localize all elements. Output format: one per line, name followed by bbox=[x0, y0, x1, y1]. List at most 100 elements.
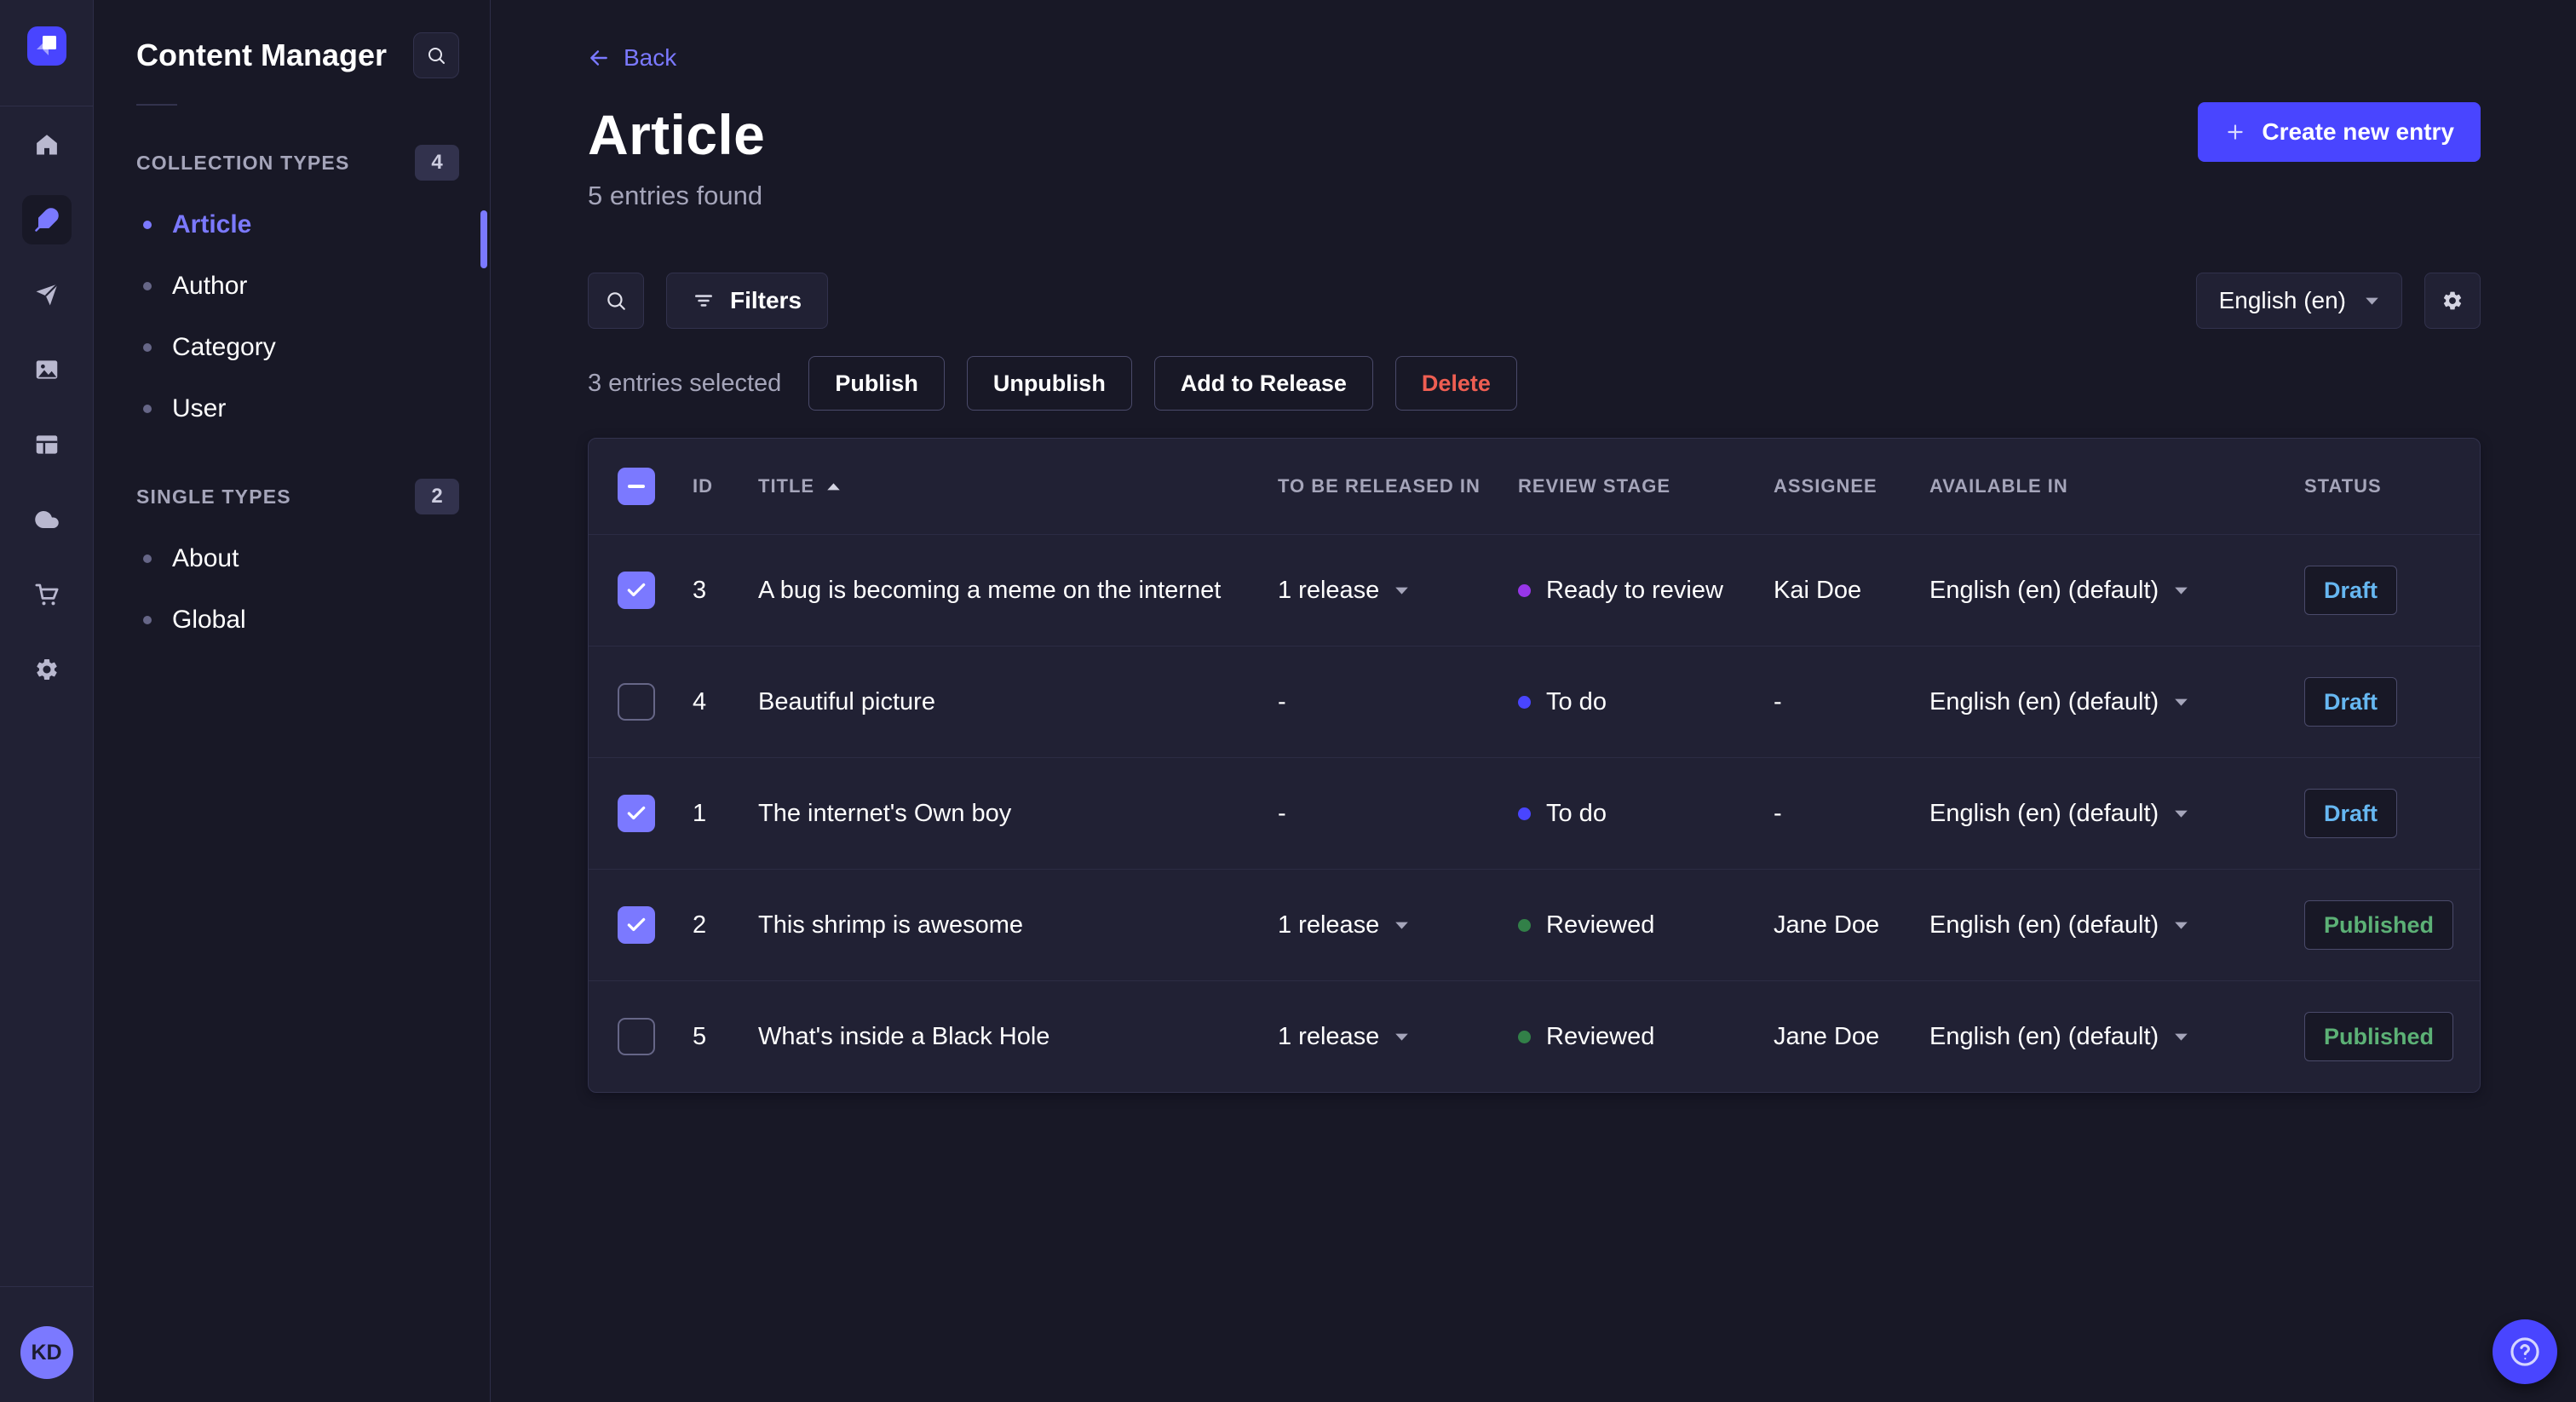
row-checkbox[interactable] bbox=[618, 795, 655, 832]
row-release-label: 1 release bbox=[1278, 576, 1380, 604]
chevron-down-icon bbox=[2174, 921, 2188, 930]
create-new-entry-button[interactable]: Create new entry bbox=[2198, 102, 2481, 162]
row-available-in[interactable]: English (en) (default) bbox=[1929, 800, 2304, 828]
column-header-assignee[interactable]: ASSIGNEE bbox=[1774, 475, 1929, 497]
releases-icon bbox=[34, 282, 60, 307]
back-label: Back bbox=[624, 44, 677, 71]
row-available-in[interactable]: English (en) (default) bbox=[1929, 1023, 2304, 1051]
marketplace-icon bbox=[34, 582, 60, 607]
subnav-item-author[interactable]: Author bbox=[94, 256, 490, 317]
add-to-release-button[interactable]: Add to Release bbox=[1153, 356, 1373, 411]
table-row[interactable]: 1 The internet's Own boy - To do - Engli… bbox=[589, 757, 2480, 869]
row-release-cell[interactable]: 1 release bbox=[1278, 577, 1518, 605]
row-title: The internet's Own boy bbox=[758, 799, 1012, 827]
delete-button[interactable]: Delete bbox=[1394, 356, 1517, 411]
row-available-in[interactable]: English (en) (default) bbox=[1929, 688, 2304, 716]
section-label: COLLECTION TYPES bbox=[136, 151, 350, 174]
strapi-logo[interactable] bbox=[26, 26, 66, 66]
row-release-label: - bbox=[1278, 687, 1286, 715]
status-badge: Draft bbox=[2304, 789, 2398, 838]
row-release-cell[interactable]: 1 release bbox=[1278, 911, 1518, 939]
row-status: Draft bbox=[2304, 677, 2451, 727]
sidebar-item-settings[interactable] bbox=[22, 645, 72, 694]
status-badge: Draft bbox=[2304, 566, 2398, 615]
row-release-cell[interactable]: - bbox=[1278, 688, 1518, 716]
subnav-section: COLLECTION TYPES 4 Article Author Category… bbox=[94, 145, 490, 440]
sidebar-item-media-library[interactable] bbox=[22, 345, 72, 394]
page-title: Article bbox=[588, 103, 766, 166]
select-all-checkbox[interactable] bbox=[618, 468, 655, 505]
sidebar-item-content-manager[interactable] bbox=[21, 195, 72, 244]
subnav-item-label: Global bbox=[172, 606, 246, 634]
table-row[interactable]: 3 A bug is becoming a meme on the intern… bbox=[589, 534, 2480, 646]
subnav-item-article[interactable]: Article bbox=[94, 194, 490, 256]
row-checkbox[interactable] bbox=[618, 683, 655, 721]
filters-button[interactable]: Filters bbox=[666, 273, 829, 329]
column-header-available-in[interactable]: AVAILABLE IN bbox=[1929, 475, 2304, 497]
subnav-search-button[interactable] bbox=[413, 32, 459, 78]
subnav-item-global[interactable]: Global bbox=[94, 589, 490, 651]
subnav-title: Content Manager bbox=[136, 37, 388, 72]
row-release-cell[interactable]: 1 release bbox=[1278, 1023, 1518, 1051]
column-header-id[interactable]: ID bbox=[693, 475, 758, 497]
entries-table: ID TITLE TO BE RELEASED IN REVIEW STAGE … bbox=[588, 438, 2481, 1093]
sidebar-item-home[interactable] bbox=[22, 120, 72, 170]
locale-select[interactable]: English (en) bbox=[2195, 273, 2402, 329]
sidebar-item-deploy[interactable] bbox=[22, 495, 72, 544]
row-release-cell[interactable]: - bbox=[1278, 800, 1518, 828]
subnav-item-label: User bbox=[172, 394, 227, 422]
row-review-stage: Reviewed bbox=[1518, 911, 1774, 939]
scrollbar-thumb[interactable] bbox=[480, 210, 487, 268]
entries-count: 5 entries found bbox=[588, 181, 763, 210]
back-link[interactable]: Back bbox=[588, 44, 676, 72]
stage-dot-icon bbox=[1518, 695, 1531, 709]
search-button[interactable] bbox=[588, 273, 644, 329]
subnav-item-label: Author bbox=[172, 272, 248, 300]
section-count-badge: 2 bbox=[415, 479, 459, 514]
subnav-item-about[interactable]: About bbox=[94, 528, 490, 589]
bullet-icon bbox=[143, 405, 152, 413]
indeterminate-dash-icon bbox=[628, 485, 645, 488]
column-header-title[interactable]: TITLE bbox=[758, 475, 1278, 497]
subnav-item-category[interactable]: Category bbox=[94, 317, 490, 378]
deploy-icon bbox=[34, 507, 60, 532]
row-status: Draft bbox=[2304, 566, 2451, 615]
table-row[interactable]: 2 This shrimp is awesome 1 release Revie… bbox=[589, 869, 2480, 980]
row-available-in[interactable]: English (en) (default) bbox=[1929, 577, 2304, 605]
column-header-to-be-released-in[interactable]: TO BE RELEASED IN bbox=[1278, 475, 1518, 497]
sidebar-item-releases[interactable] bbox=[22, 270, 72, 319]
sidebar-item-content-type-builder[interactable] bbox=[22, 420, 72, 469]
help-button[interactable] bbox=[2493, 1319, 2557, 1384]
row-checkbox[interactable] bbox=[618, 906, 655, 944]
sidebar-item-marketplace[interactable] bbox=[22, 570, 72, 619]
stage-label: To do bbox=[1546, 687, 1607, 715]
row-available-in[interactable]: English (en) (default) bbox=[1929, 911, 2304, 939]
row-checkbox[interactable] bbox=[618, 1018, 655, 1055]
unpublish-button[interactable]: Unpublish bbox=[966, 356, 1132, 411]
column-header-status[interactable]: STATUS bbox=[2304, 475, 2451, 497]
table-row[interactable]: 4 Beautiful picture - To do - English (e… bbox=[589, 646, 2480, 757]
content-manager-icon bbox=[34, 207, 60, 233]
back-arrow-icon bbox=[588, 47, 610, 69]
row-id: 2 bbox=[693, 911, 707, 939]
column-header-review-stage[interactable]: REVIEW STAGE bbox=[1518, 475, 1774, 497]
subnav-item-user[interactable]: User bbox=[94, 378, 490, 440]
selection-actions: Publish Unpublish Add to Release Delete bbox=[808, 356, 1517, 411]
subnav-section: SINGLE TYPES 2 About Global bbox=[94, 479, 490, 651]
search-icon bbox=[426, 45, 446, 66]
row-checkbox[interactable] bbox=[618, 572, 655, 609]
main-content: Back Article 5 entries found Create new … bbox=[491, 0, 2576, 1402]
column-header-title-label: TITLE bbox=[758, 475, 815, 497]
locale-label: English (en) (default) bbox=[1929, 576, 2159, 604]
avatar[interactable]: KD bbox=[20, 1326, 73, 1379]
chevron-down-icon bbox=[1394, 1032, 1409, 1042]
filters-label: Filters bbox=[730, 287, 802, 313]
main-nav-footer: KD bbox=[0, 1286, 93, 1402]
sort-ascending-icon bbox=[826, 482, 841, 491]
publish-button[interactable]: Publish bbox=[808, 356, 945, 411]
chevron-down-icon bbox=[2174, 586, 2188, 595]
bullet-icon bbox=[143, 221, 152, 229]
view-settings-button[interactable] bbox=[2424, 273, 2481, 329]
row-assignee: - bbox=[1774, 687, 1782, 715]
table-row[interactable]: 5 What's inside a Black Hole 1 release R… bbox=[589, 980, 2480, 1092]
